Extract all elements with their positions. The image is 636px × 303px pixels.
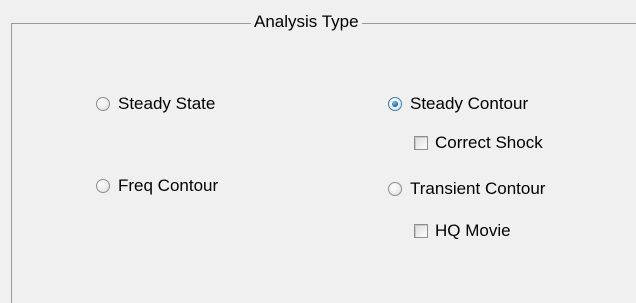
hq-movie-label: HQ Movie <box>435 221 511 240</box>
correct-shock-checkbox-icon[interactable] <box>414 136 428 150</box>
steady-state-radio-icon[interactable] <box>96 97 110 111</box>
steady-state-label: Steady State <box>118 94 216 113</box>
analysis-type-groupbox <box>11 23 636 303</box>
transient-contour-radio-option[interactable]: Transient Contour <box>388 179 545 199</box>
hq-movie-checkbox-icon[interactable] <box>414 224 428 238</box>
transient-contour-radio-icon[interactable] <box>388 182 402 196</box>
analysis-type-title: Analysis Type <box>251 12 362 32</box>
correct-shock-label: Correct Shock <box>435 133 543 152</box>
correct-shock-checkbox-option[interactable]: Correct Shock <box>414 133 543 153</box>
steady-contour-radio-icon[interactable] <box>388 97 402 111</box>
steady-state-radio-option[interactable]: Steady State <box>96 94 215 114</box>
steady-contour-label: Steady Contour <box>410 94 529 113</box>
transient-contour-label: Transient Contour <box>410 179 546 198</box>
freq-contour-radio-option[interactable]: Freq Contour <box>96 176 218 196</box>
hq-movie-checkbox-option[interactable]: HQ Movie <box>414 221 511 241</box>
freq-contour-label: Freq Contour <box>118 176 219 195</box>
steady-contour-radio-option[interactable]: Steady Contour <box>388 94 528 114</box>
freq-contour-radio-icon[interactable] <box>96 179 110 193</box>
